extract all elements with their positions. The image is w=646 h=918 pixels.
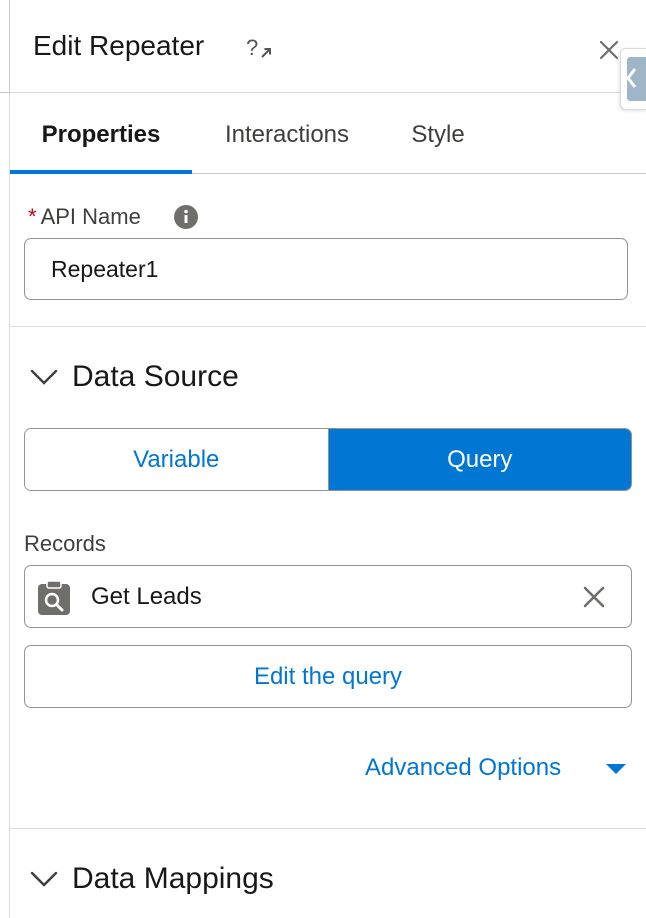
left-panel-edge (0, 0, 10, 918)
api-name-input[interactable]: Repeater1 (24, 238, 628, 300)
info-icon[interactable] (174, 205, 198, 229)
tab-bar: Properties Interactions Style (10, 93, 646, 174)
query-option-button[interactable]: Query (328, 429, 631, 490)
edit-repeater-panel: Edit Repeater ? Properties Interactions … (10, 0, 646, 918)
data-source-title: Data Source (72, 360, 239, 393)
chevron-left-icon (626, 68, 637, 88)
advanced-options-label: Advanced Options (365, 754, 562, 781)
clear-selection-icon[interactable] (583, 586, 605, 608)
panel-header: Edit Repeater ? (10, 0, 646, 110)
triangle-down-icon (606, 764, 626, 774)
data-mappings-title: Data Mappings (72, 862, 274, 895)
tab-interactions[interactable]: Interactions (206, 93, 368, 173)
panel-title: Edit Repeater (33, 30, 205, 61)
svg-text:?: ? (246, 35, 258, 60)
advanced-options-toggle[interactable]: Advanced Options (365, 750, 626, 786)
records-value: Get Leads (91, 583, 202, 610)
record-query-icon (37, 580, 71, 616)
section-divider (10, 326, 646, 327)
data-source-section-toggle[interactable]: Data Source (30, 360, 290, 400)
variable-option-button[interactable]: Variable (25, 429, 329, 490)
section-divider (10, 828, 646, 829)
records-label: Records (24, 531, 106, 556)
left-panel-corner (0, 0, 10, 93)
chevron-down-icon (30, 871, 58, 887)
required-marker: * (28, 204, 37, 229)
help-external-link-icon[interactable]: ? (246, 33, 276, 61)
edit-query-button[interactable]: Edit the query (24, 645, 632, 708)
tab-properties[interactable]: Properties (10, 93, 192, 174)
tab-style[interactable]: Style (398, 93, 478, 173)
chevron-down-icon (30, 369, 58, 385)
api-name-label-text: API Name (40, 204, 141, 229)
api-name-label: * API Name (28, 204, 141, 230)
close-icon[interactable] (598, 39, 620, 61)
records-lookup-field[interactable]: Get Leads (24, 565, 632, 628)
data-mappings-section-toggle[interactable]: Data Mappings (30, 862, 330, 902)
data-source-toggle-group: Variable Query (24, 428, 632, 491)
